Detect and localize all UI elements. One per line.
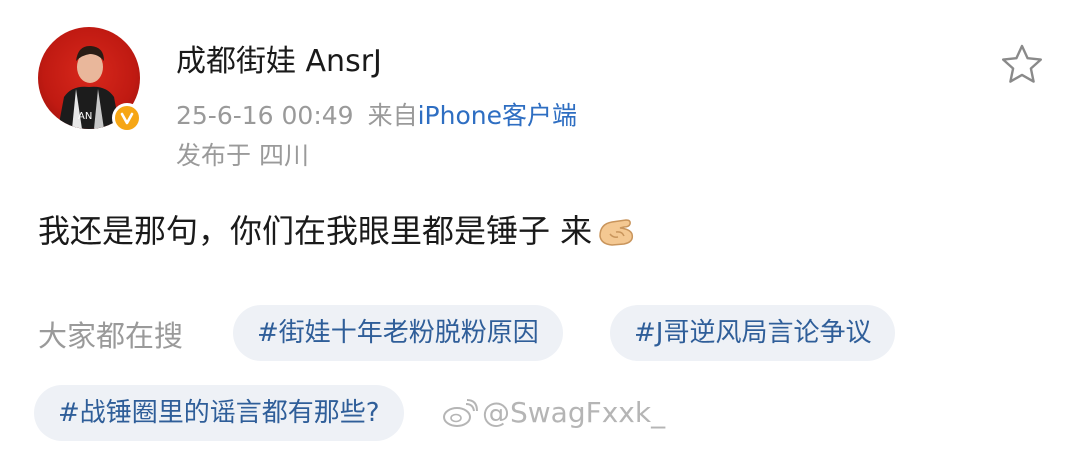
- trending-tag[interactable]: #战锤圈里的谣言都有那些?: [34, 385, 404, 441]
- post-location: 发布于 四川: [176, 141, 309, 170]
- watermark: @SwagFxxk_: [442, 393, 665, 433]
- source-label: 来自: [367, 101, 418, 130]
- favorite-button[interactable]: [1000, 43, 1044, 85]
- post-text: 我还是那句，你们在我眼里都是锤子 来: [38, 212, 593, 250]
- svg-text:AN: AN: [78, 111, 92, 122]
- trending-tag[interactable]: #街娃十年老粉脱粉原因: [233, 305, 563, 361]
- post-date: 25-6-16 00:49: [176, 101, 354, 130]
- client-link[interactable]: iPhone客户端: [418, 101, 577, 130]
- post-meta: 25-6-16 00:49 来自iPhone客户端: [176, 98, 577, 134]
- watermark-text: @SwagFxxk_: [482, 396, 666, 429]
- hand-gesture-emoji: [596, 212, 638, 262]
- author-name[interactable]: 成都街娃 AnsrJ: [176, 40, 382, 84]
- trending-tag[interactable]: #J哥逆风局言论争议: [610, 305, 896, 361]
- trending-label: 大家都在搜: [38, 319, 184, 353]
- post-content: 我还是那句，你们在我眼里都是锤子 来: [38, 208, 638, 262]
- weibo-logo-icon: [443, 399, 478, 427]
- verified-badge-icon: [112, 103, 142, 133]
- star-outline-icon: [1002, 44, 1042, 83]
